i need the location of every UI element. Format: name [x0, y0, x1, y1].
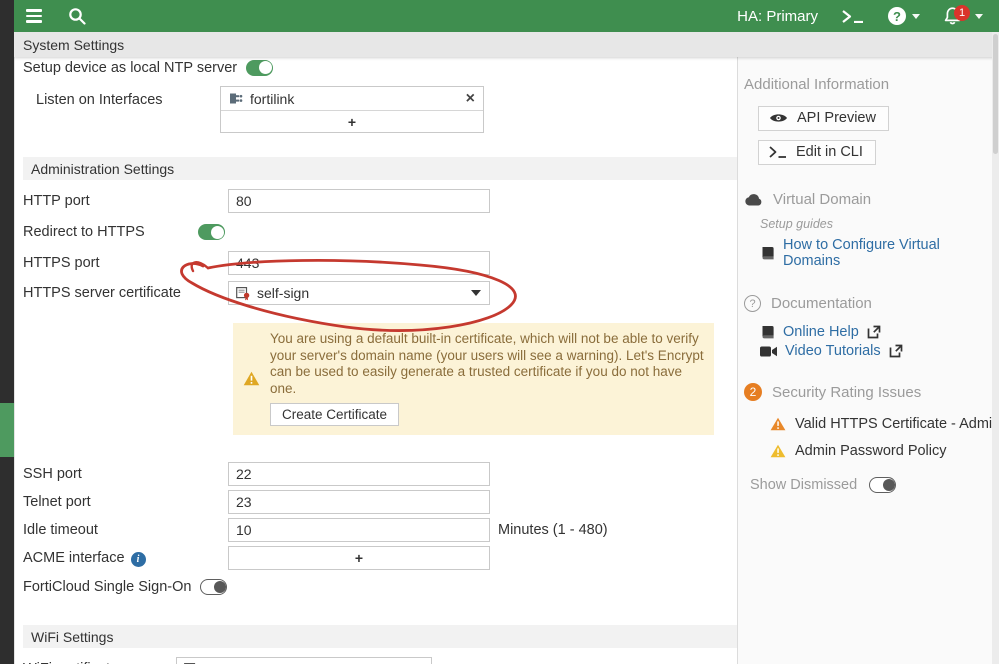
question-icon: ? — [744, 295, 761, 312]
https-cert-dropdown[interactable]: self-sign — [228, 281, 490, 305]
notifications-menu[interactable]: 1 — [944, 4, 983, 26]
listen-interfaces-row: Listen on Interfaces fortilink × + — [23, 86, 737, 133]
redirect-https-row: Redirect to HTTPS — [23, 220, 737, 244]
cli-console-icon[interactable] — [842, 9, 864, 23]
cli-console-icon — [769, 146, 787, 158]
https-cert-value: self-sign — [257, 285, 310, 301]
ssh-port-input[interactable] — [228, 462, 490, 487]
ha-status: HA: Primary — [737, 7, 818, 25]
security-rating-section: 2 Security Rating Issues — [744, 383, 992, 401]
notification-count-badge: 1 — [954, 4, 970, 21]
acme-add-interface-button[interactable]: + — [228, 546, 490, 571]
http-port-input[interactable] — [228, 189, 490, 213]
interface-entry: fortilink × — [221, 87, 483, 110]
acme-interface-row: ACME interface i + — [23, 546, 737, 571]
chevron-down-icon — [471, 290, 481, 296]
wifi-cert-row: WiFi certificate Fortinet_Wifi — [23, 657, 737, 664]
documentation-section: ? Documentation — [744, 295, 992, 312]
chevron-down-icon — [975, 13, 983, 19]
wifi-cert-dropdown[interactable]: Fortinet_Wifi — [176, 657, 432, 664]
ssh-port-label: SSH port — [23, 466, 82, 483]
certificate-warning-text: You are using a default built-in certifi… — [270, 331, 704, 396]
hamburger-menu-icon[interactable] — [22, 5, 46, 27]
http-port-label: HTTP port — [23, 193, 90, 209]
remove-interface-button[interactable]: × — [466, 90, 475, 107]
acme-interface-label: ACME interface i — [23, 550, 228, 567]
show-dismissed-label: Show Dismissed — [750, 477, 858, 493]
https-cert-row: HTTPS server certificate self-sign — [23, 281, 737, 305]
http-port-row: HTTP port — [23, 189, 737, 213]
sidebar-title: Additional Information — [744, 76, 890, 93]
create-certificate-button[interactable]: Create Certificate — [270, 403, 400, 427]
add-interface-button[interactable]: + — [221, 110, 483, 132]
external-link-icon — [867, 325, 881, 339]
warning-icon — [770, 417, 786, 431]
setup-guides-label: Setup guides — [760, 217, 833, 231]
warning-icon — [770, 444, 786, 458]
show-dismissed-row: Show Dismissed — [750, 477, 992, 493]
online-help-link[interactable]: Online Help — [760, 324, 992, 340]
forticloud-sso-toggle[interactable] — [200, 579, 228, 596]
forticloud-sso-row: FortiCloud Single Sign-On — [23, 579, 737, 596]
virtual-domain-section: Virtual Domain — [744, 191, 992, 208]
help-menu[interactable]: ? — [888, 7, 920, 25]
https-port-label: HTTPS port — [23, 255, 100, 271]
additional-information-panel: Additional Information API Preview Edit … — [737, 57, 992, 664]
scrollbar[interactable] — [992, 32, 999, 664]
idle-timeout-label: Idle timeout — [23, 522, 98, 539]
listen-interfaces-select[interactable]: fortilink × + — [220, 86, 484, 133]
help-icon: ? — [888, 7, 906, 25]
section-administration-settings: Administration Settings — [23, 157, 737, 180]
search-icon[interactable] — [68, 7, 86, 25]
ntp-server-toggle[interactable] — [246, 59, 274, 76]
ssh-port-row: SSH port — [23, 462, 737, 487]
idle-timeout-row: Idle timeout Minutes (1 - 480) — [23, 518, 737, 543]
configure-virtual-domains-link[interactable]: How to Configure Virtual Domains — [760, 237, 992, 269]
idle-timeout-range-hint: Minutes (1 - 480) — [498, 522, 608, 539]
external-link-icon — [889, 344, 903, 358]
security-issue-count-badge: 2 — [744, 383, 762, 401]
warning-icon — [243, 371, 260, 386]
security-issue-https-certificate[interactable]: Valid HTTPS Certificate - Adminis... — [770, 416, 992, 432]
certificate-icon — [236, 286, 250, 301]
chevron-down-icon — [912, 13, 920, 19]
telnet-port-label: Telnet port — [23, 494, 91, 511]
https-cert-label: HTTPS server certificate — [23, 285, 181, 301]
https-port-row: HTTPS port — [23, 251, 737, 275]
edit-in-cli-button[interactable]: Edit in CLI — [758, 140, 876, 165]
breadcrumb-bar: System Settings — [14, 32, 999, 57]
ntp-server-row: Setup device as local NTP server — [23, 59, 737, 76]
listen-interfaces-label: Listen on Interfaces — [36, 92, 163, 108]
video-camera-icon — [760, 346, 777, 357]
certificate-warning-box: You are using a default built-in certifi… — [233, 323, 714, 436]
api-preview-button[interactable]: API Preview — [758, 106, 889, 131]
nav-rail-active-indicator[interactable] — [0, 403, 14, 457]
page-title: System Settings — [23, 36, 125, 53]
redirect-https-label: Redirect to HTTPS — [23, 224, 145, 240]
idle-timeout-input[interactable] — [228, 518, 490, 543]
telnet-port-input[interactable] — [228, 490, 490, 515]
cloud-icon — [744, 193, 763, 206]
eye-icon — [769, 112, 788, 124]
settings-form: Setup device as local NTP server Listen … — [14, 57, 737, 664]
book-icon — [760, 246, 775, 260]
security-issue-admin-password[interactable]: Admin Password Policy — [770, 443, 992, 459]
ntp-server-label: Setup device as local NTP server — [23, 59, 238, 76]
info-icon[interactable]: i — [130, 551, 146, 567]
video-tutorials-link[interactable]: Video Tutorials — [760, 343, 992, 359]
top-navbar: HA: Primary ? 1 — [14, 0, 999, 32]
interface-icon — [229, 92, 243, 105]
section-wifi-settings: WiFi Settings — [23, 625, 737, 649]
https-port-input[interactable] — [228, 251, 490, 275]
forticloud-sso-label: FortiCloud Single Sign-On — [23, 579, 192, 596]
book-icon — [760, 325, 775, 339]
telnet-port-row: Telnet port — [23, 490, 737, 515]
collapsed-nav-rail[interactable] — [0, 0, 14, 664]
redirect-https-toggle[interactable] — [198, 224, 225, 240]
show-dismissed-toggle[interactable] — [869, 477, 897, 493]
interface-name: fortilink — [250, 90, 295, 107]
